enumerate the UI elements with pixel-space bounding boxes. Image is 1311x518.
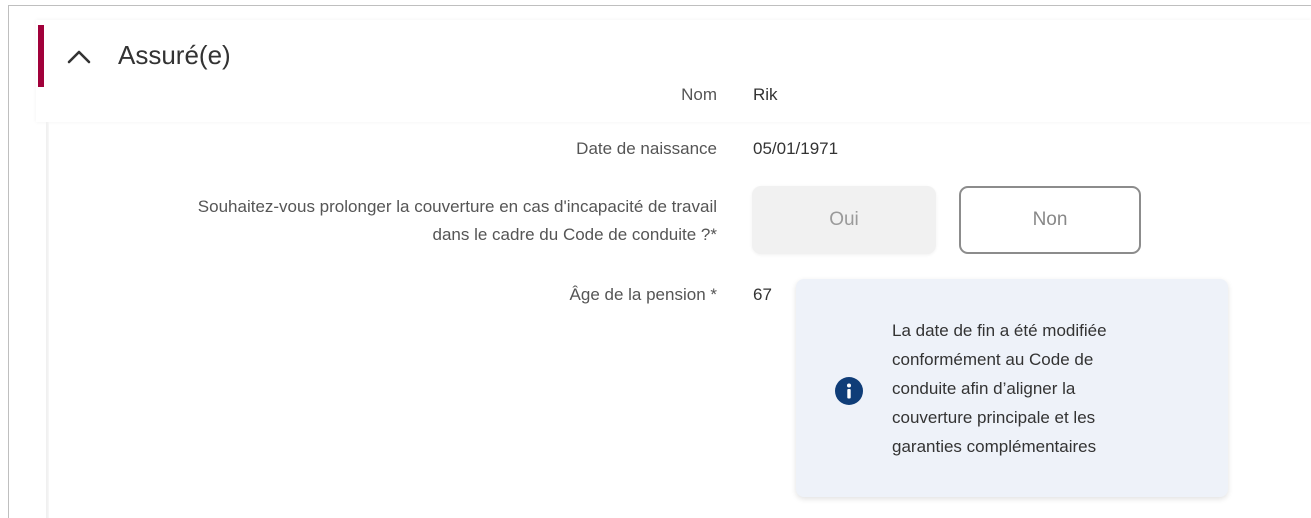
info-message: La date de fin a été modifiée conforméme… bbox=[892, 316, 1192, 461]
age-pension-label: Âge de la pension * bbox=[569, 285, 717, 304]
section-accent-bar bbox=[38, 25, 44, 87]
info-line: couverture principale et les bbox=[892, 408, 1096, 427]
section-title: Assuré(e) bbox=[118, 40, 231, 70]
date-naissance-value: 05/01/1971 bbox=[753, 139, 839, 158]
age-pension-value: 67 bbox=[753, 285, 772, 304]
info-line: conformément au Code de bbox=[892, 350, 1094, 369]
frame-left-border bbox=[8, 5, 9, 518]
oui-button[interactable]: Oui bbox=[752, 186, 936, 254]
non-button[interactable]: Non bbox=[959, 186, 1141, 254]
section-body-edge bbox=[46, 122, 49, 518]
prolonger-label-line2: dans le cadre du Code de conduite ?* bbox=[432, 225, 717, 244]
date-naissance-label: Date de naissance bbox=[576, 139, 717, 158]
chevron-up-icon[interactable] bbox=[66, 46, 92, 66]
section-header bbox=[36, 20, 1311, 122]
nom-value: Rik bbox=[753, 85, 778, 104]
info-icon bbox=[835, 377, 863, 405]
info-line: La date de fin a été modifiée bbox=[892, 321, 1107, 340]
frame-top-border bbox=[8, 5, 1311, 6]
info-line: conduite afin d’aligner la bbox=[892, 379, 1076, 398]
prolonger-label-line1: Souhaitez-vous prolonger la couverture e… bbox=[197, 197, 717, 216]
nom-label: Nom bbox=[681, 85, 717, 104]
info-line: garanties complémentaires bbox=[892, 437, 1097, 456]
